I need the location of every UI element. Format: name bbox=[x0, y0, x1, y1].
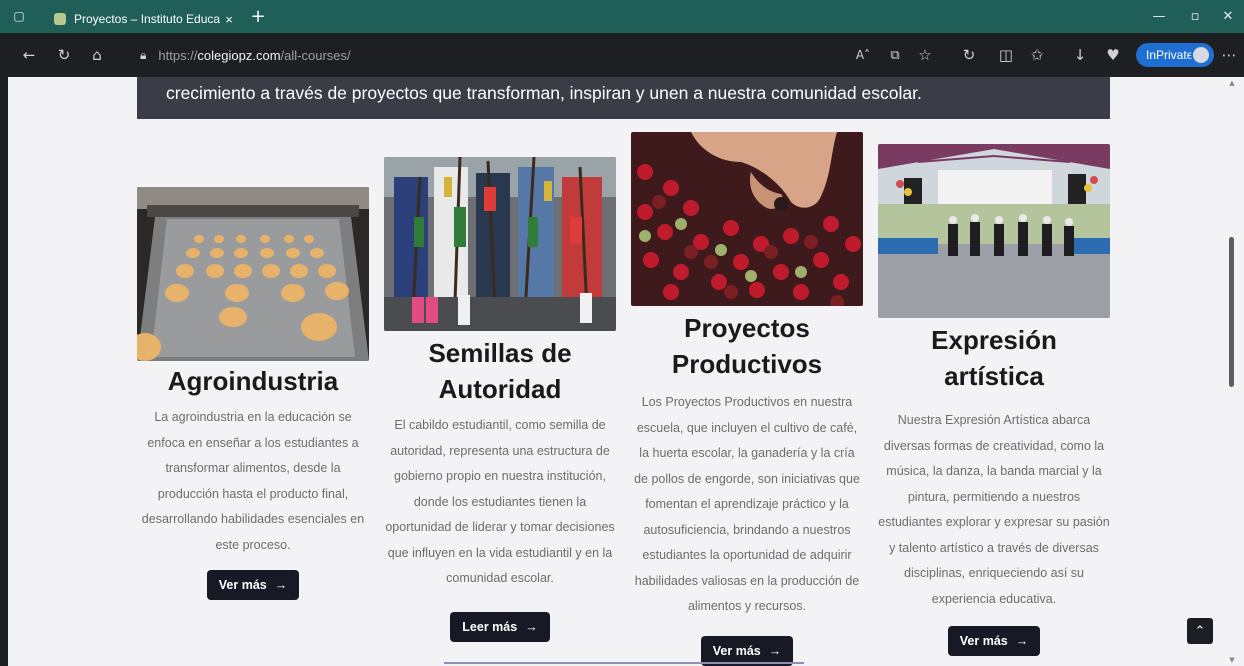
ver-mas-button[interactable]: Ver más → bbox=[700, 635, 794, 666]
split-screen-icon[interactable]: ◫ bbox=[995, 44, 1017, 66]
button-label: Ver más bbox=[959, 634, 1008, 648]
card-description: El cabildo estudiantil, como semilla de … bbox=[385, 418, 615, 585]
card-title: Proyectos Productivos bbox=[671, 313, 823, 379]
close-window-icon[interactable]: ✕ bbox=[1210, 0, 1244, 33]
arrow-right-icon: → bbox=[1015, 634, 1029, 648]
browser-essentials-icon[interactable]: ♥ bbox=[1102, 44, 1124, 66]
title-bar: ▢ Proyectos – Instituto Educativo I × + … bbox=[0, 0, 1244, 33]
restore-icon[interactable]: ▫ bbox=[1177, 0, 1213, 33]
ver-mas-button[interactable]: Ver más → bbox=[206, 570, 300, 600]
card-description: La agroindustria en la educación se enfo… bbox=[141, 410, 365, 552]
card-image-staffs bbox=[384, 157, 616, 331]
inprivate-badge[interactable]: InPrivate bbox=[1136, 43, 1214, 67]
favorite-star-icon[interactable]: ☆ bbox=[914, 44, 936, 66]
lock-icon[interactable]: 🔒︎ bbox=[140, 48, 146, 63]
extensions-icon[interactable]: ↻ bbox=[958, 44, 980, 66]
arrow-right-icon: → bbox=[525, 619, 538, 634]
inprivate-label: InPrivate bbox=[1146, 48, 1194, 62]
arrow-right-icon: → bbox=[274, 578, 288, 592]
card-title: Expresión artística bbox=[931, 325, 1057, 391]
new-tab-button[interactable]: + bbox=[247, 5, 269, 27]
leer-mas-button[interactable]: Leer más → bbox=[450, 611, 550, 642]
page-viewport: crecimiento a través de proyectos que tr… bbox=[8, 77, 1236, 666]
tab-title: Proyectos – Instituto Educativo I bbox=[74, 12, 220, 26]
scroll-to-top-button[interactable]: ⌃ bbox=[1187, 618, 1213, 644]
app-available-icon[interactable]: ⧉ bbox=[884, 44, 906, 66]
home-icon[interactable]: ⌂ bbox=[86, 44, 108, 66]
project-card-productivos: Proyectos Productivos Los Proyectos Prod… bbox=[631, 132, 863, 666]
project-card-expresion: Expresión artística Nuestra Expresión Ar… bbox=[878, 144, 1110, 656]
address-bar[interactable]: 🔒︎ https://colegiopz.com/all-courses/ bbox=[132, 40, 837, 70]
tab-active[interactable]: Proyectos – Instituto Educativo I × bbox=[46, 5, 244, 33]
button-label: Leer más bbox=[462, 619, 518, 634]
window-edge bbox=[0, 77, 8, 666]
ver-mas-button[interactable]: Ver más → bbox=[947, 626, 1041, 656]
url-path: /all-courses/ bbox=[280, 47, 351, 63]
more-options-icon[interactable]: ⋯ bbox=[1218, 44, 1240, 66]
minimize-icon[interactable]: — bbox=[1141, 0, 1177, 33]
tab-close-icon[interactable]: × bbox=[220, 12, 238, 27]
read-aloud-icon[interactable]: A˄ bbox=[852, 44, 874, 66]
browser-toolbar: ← ↻ ⌂ 🔒︎ https://colegiopz.com/all-cours… bbox=[0, 33, 1244, 77]
button-label: Ver más bbox=[218, 578, 267, 592]
url-host: colegiopz.com bbox=[197, 47, 281, 63]
chevron-up-icon: ⌃ bbox=[1194, 623, 1206, 639]
downloads-icon[interactable]: ↓ bbox=[1069, 44, 1091, 66]
card-title: Agroindustria bbox=[167, 366, 339, 396]
arrow-right-icon: → bbox=[768, 643, 782, 658]
back-icon[interactable]: ← bbox=[18, 44, 40, 66]
card-image-bread bbox=[137, 187, 369, 361]
button-label: Ver más bbox=[712, 643, 761, 658]
scroll-up-icon[interactable]: ▲ bbox=[1228, 79, 1236, 87]
card-image-dance bbox=[878, 144, 1110, 318]
window-menu-icon[interactable]: ▢ bbox=[8, 5, 30, 27]
section-divider bbox=[444, 662, 804, 664]
project-card-semillas: Semillas de Autoridad El cabildo estudia… bbox=[384, 157, 616, 642]
hero-banner: crecimiento a través de proyectos que tr… bbox=[137, 77, 1110, 119]
scrollbar-thumb[interactable] bbox=[1229, 237, 1234, 387]
card-description: Los Proyectos Productivos en nuestra esc… bbox=[634, 395, 860, 613]
favicon-icon bbox=[54, 13, 66, 25]
project-card-agroindustria: Agroindustria La agroindustria en la edu… bbox=[137, 187, 369, 600]
card-title: Semillas de Autoridad bbox=[428, 338, 572, 404]
card-image-coffee bbox=[631, 132, 863, 306]
refresh-icon[interactable]: ↻ bbox=[53, 44, 75, 66]
favorites-icon[interactable]: ✩ bbox=[1026, 44, 1048, 66]
hero-banner-text: crecimiento a través de proyectos que tr… bbox=[166, 83, 922, 103]
scroll-down-icon[interactable]: ▼ bbox=[1228, 656, 1236, 664]
card-description: Nuestra Expresión Artística abarca diver… bbox=[878, 413, 1110, 606]
profile-avatar[interactable] bbox=[1191, 45, 1211, 65]
url-scheme: https:// bbox=[158, 47, 198, 63]
page-scrollbar[interactable]: ▲ ▼ bbox=[1228, 77, 1236, 666]
